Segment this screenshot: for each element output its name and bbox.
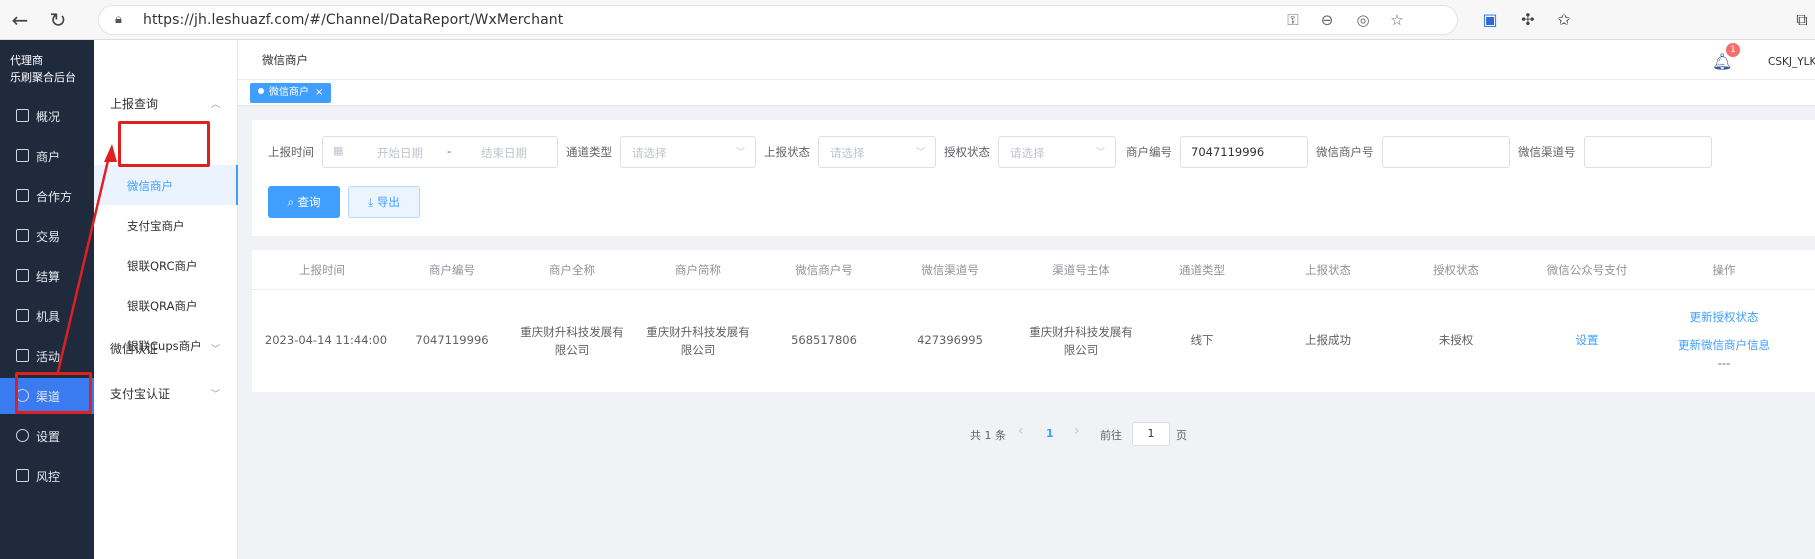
annotation-arrow [56, 144, 117, 373]
